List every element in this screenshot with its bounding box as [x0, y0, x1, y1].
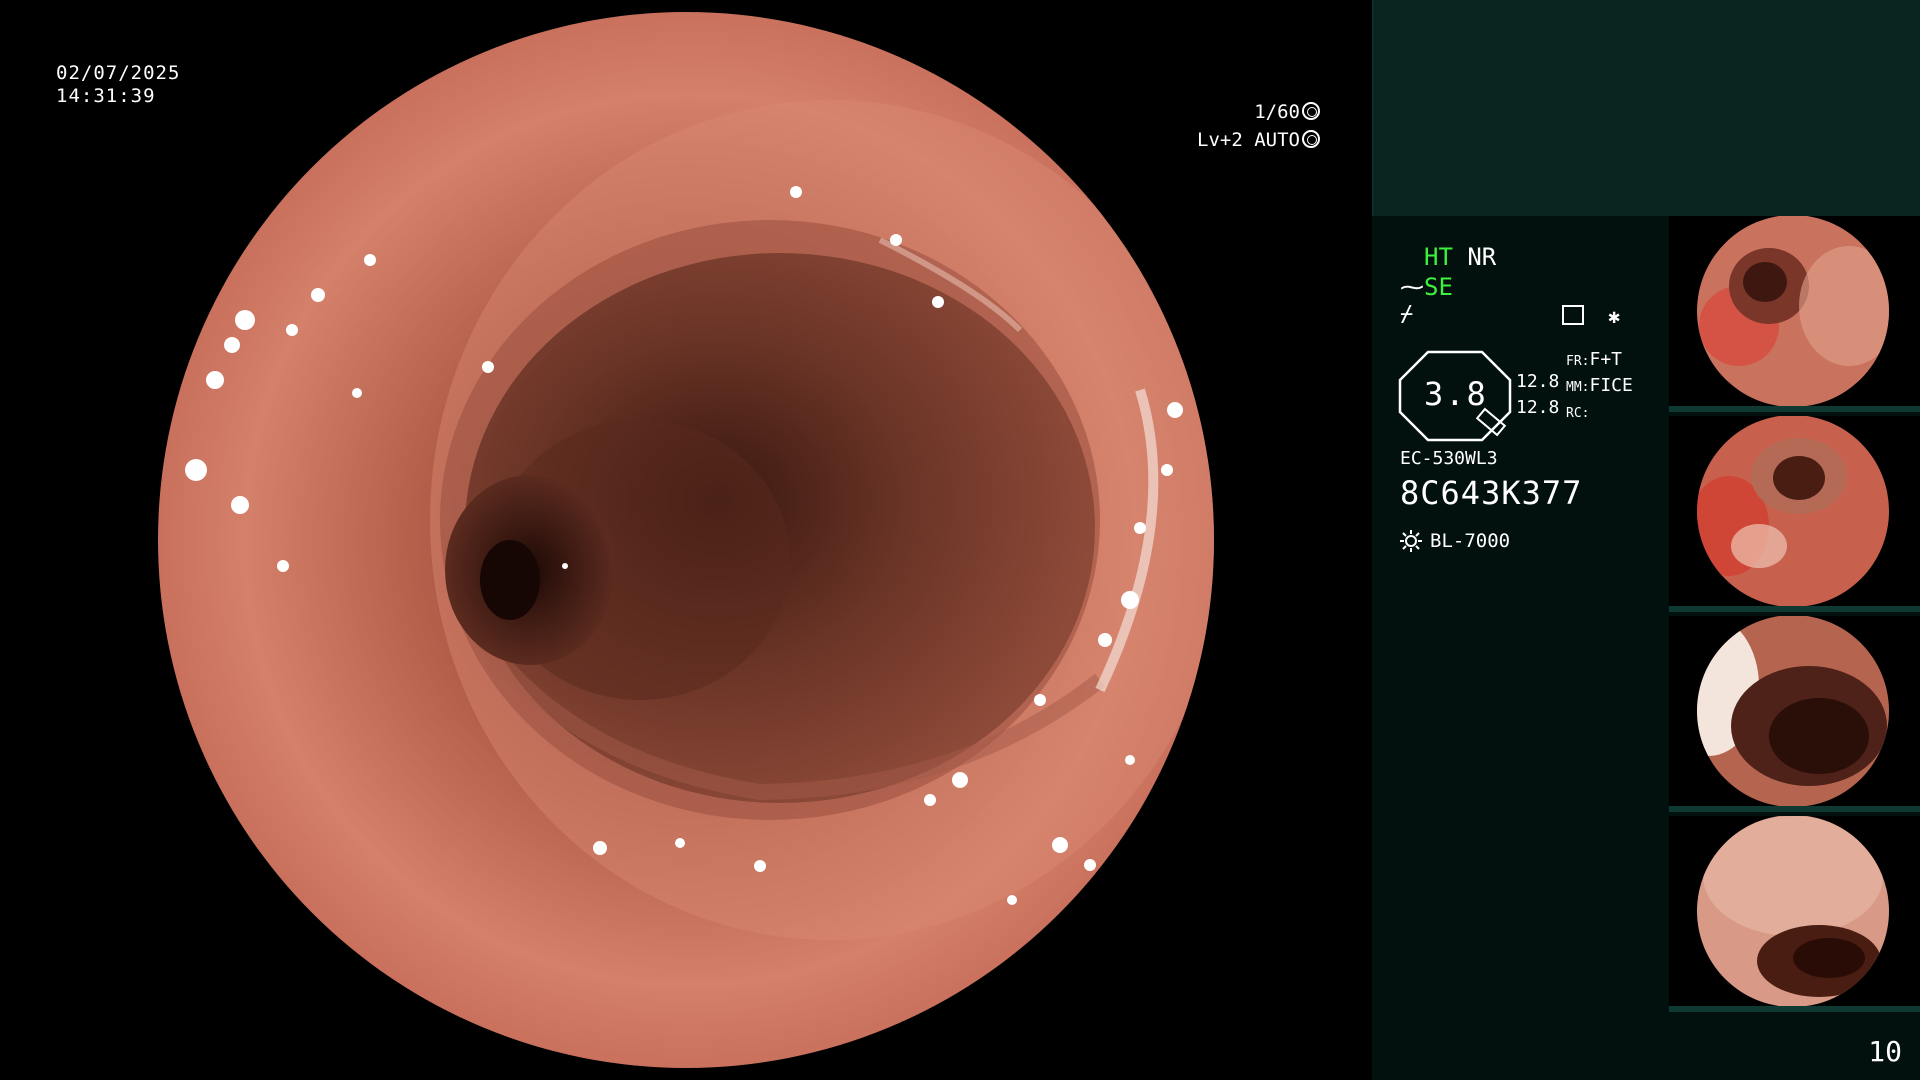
light-source-icon [1400, 530, 1422, 552]
se-indicator-row: ⁓SE [1400, 272, 1453, 302]
enhancement-icon: ⌿ [1400, 302, 1414, 327]
fr-value: F+T [1589, 349, 1622, 370]
zoom-numbers: 12.8 12.8 [1516, 369, 1559, 421]
light-source-row: BL-7000 [1400, 530, 1510, 552]
rc-label: RC: [1566, 406, 1590, 421]
zoom-number-2: 12.8 [1516, 397, 1560, 418]
side-panel-header [1372, 0, 1920, 216]
ht-indicator: HT [1424, 243, 1453, 271]
thumbnail-3[interactable] [1669, 616, 1920, 812]
zoom-value: 3.8 [1424, 375, 1488, 413]
shutter-icon [1302, 102, 1320, 120]
light-source-label: BL-7000 [1430, 530, 1511, 552]
fr-label: FR: [1566, 354, 1590, 369]
scope-serial: 8C643K377 [1400, 474, 1583, 512]
date-time-overlay: 02/07/2025 14:31:39 [56, 62, 180, 108]
shutter-speed: 1/60 [1254, 101, 1300, 123]
endoscope-main-view: 02/07/2025 14:31:39 1/60 Lv+2 AUTO [0, 0, 1372, 1080]
se-prefix-icon: ⁓ [1400, 273, 1424, 301]
mm-label: MM: [1566, 380, 1590, 395]
exposure-level: Lv+2 AUTO [1197, 129, 1300, 151]
asterisk-icon: ✱ [1608, 304, 1621, 328]
thumbnail-4[interactable] [1669, 816, 1920, 1012]
thumbnail-image [1669, 416, 1920, 612]
scope-model: EC-530WL3 [1400, 448, 1498, 469]
capture-time: 14:31:39 [56, 85, 156, 107]
exposure-overlay: 1/60 Lv+2 AUTO [1197, 98, 1320, 154]
structure-enhance-icon [1562, 305, 1584, 325]
nr-indicator: NR [1467, 243, 1497, 271]
ht-nr-indicator: HT NR [1424, 242, 1496, 272]
thumbnail-image [1669, 216, 1920, 412]
capture-date: 02/07/2025 [56, 62, 181, 84]
mode-icons: ✱ [1562, 304, 1620, 328]
se-indicator: SE [1424, 273, 1453, 301]
thumbnail-image [1669, 616, 1920, 812]
endoscope-image [158, 12, 1214, 1068]
thumbnail-1[interactable] [1669, 216, 1920, 412]
page-number: 10 [1868, 1035, 1902, 1068]
thumbnail-2[interactable] [1669, 416, 1920, 612]
processing-settings: FR:F+T MM:FICE RC: [1566, 348, 1633, 426]
mm-value: FICE [1589, 375, 1633, 396]
auto-iris-icon [1302, 130, 1320, 148]
thumbnail-image [1669, 816, 1920, 1012]
zoom-number-1: 12.8 [1516, 371, 1560, 392]
